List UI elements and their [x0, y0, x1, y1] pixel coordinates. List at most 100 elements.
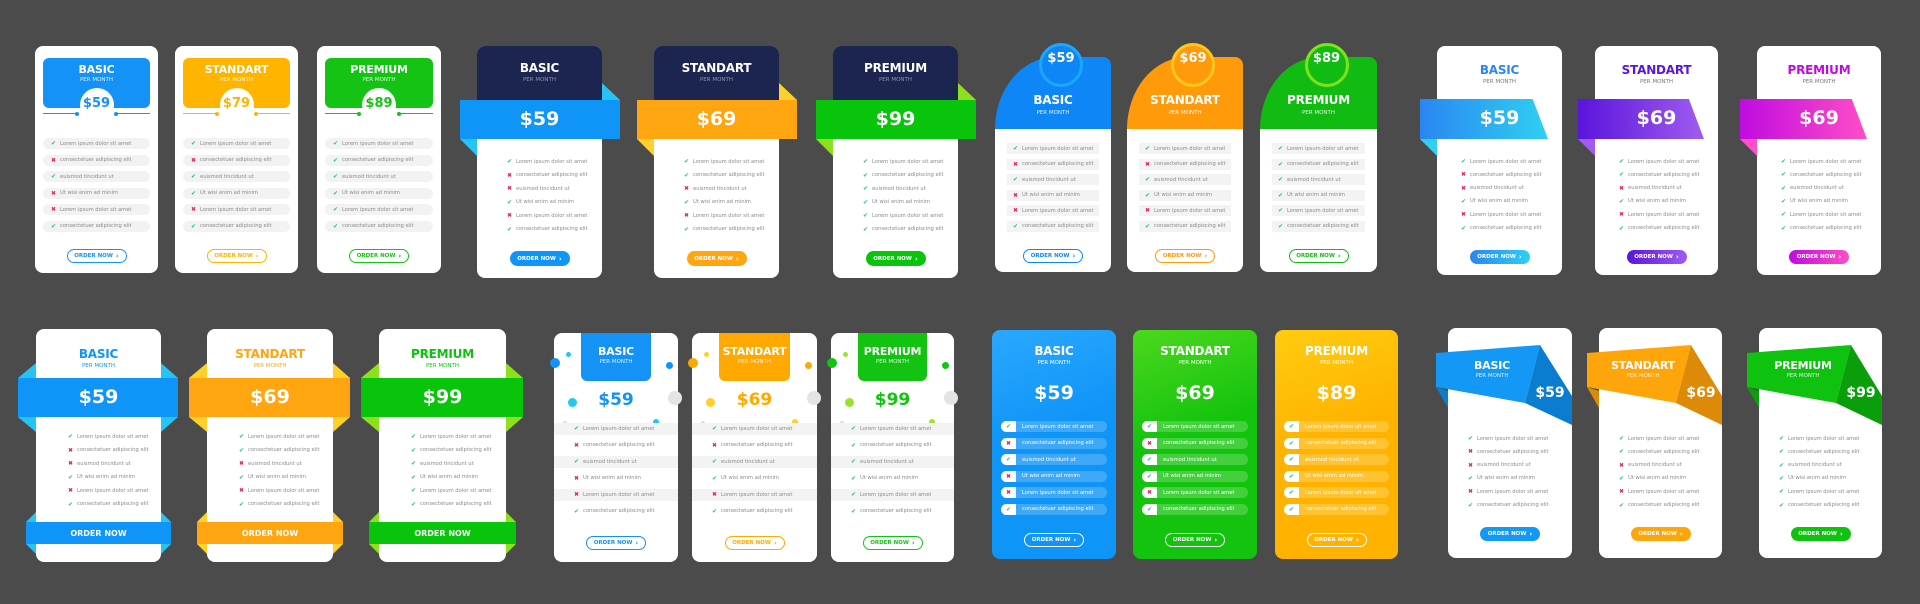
order-now-button[interactable]: ORDER NOW ›: [1480, 527, 1540, 541]
order-now-button[interactable]: ORDER NOW ›: [66, 249, 127, 263]
feature-text: consectetuer adipiscing elit: [1022, 161, 1094, 167]
price-line: [43, 113, 77, 114]
check-icon: ✔: [1142, 421, 1157, 432]
feature-item: ✖ consectetuer adipiscing elit: [1459, 169, 1542, 180]
pricing-card-standart: STANDART PER MONTH $69 ✔ Lorem ipsum dolo…: [1587, 328, 1722, 558]
order-now-button[interactable]: ORDER NOW ›: [206, 249, 267, 263]
feature-item: ✔ consectetuer adipiscing elit: [1617, 223, 1700, 234]
ribbon-fold: [506, 363, 523, 378]
order-now-button[interactable]: ORDER NOW ›: [865, 251, 926, 266]
plan-price: $59: [1047, 51, 1075, 66]
order-now-button[interactable]: ORDER NOW ›: [1023, 249, 1083, 263]
feature-text: Lorem ipsum dolor sit amet: [860, 425, 932, 432]
plan-name: STANDART: [1150, 93, 1220, 107]
feature-text: consectetuer adipiscing elit: [1022, 440, 1094, 446]
order-now-button[interactable]: ORDER NOW ›: [1165, 533, 1225, 547]
feature-text: Lorem ipsum dolor sit amet: [200, 140, 272, 147]
cross-icon: ✖: [1467, 448, 1474, 456]
plan-name: PREMIUM: [1787, 63, 1851, 77]
feature-text: euismod tincidunt ut: [248, 460, 302, 467]
cross-icon: ✖: [506, 185, 513, 192]
per-month-label: PER MONTH: [737, 359, 772, 365]
plan-price: $99: [422, 386, 463, 408]
chevron-right-icon: ›: [1337, 252, 1341, 260]
ribbon-fold: [161, 417, 178, 432]
check-icon: ✔: [862, 198, 869, 206]
ribbon-fold: [460, 139, 477, 156]
feature-item: ✔ Ut wisi enim ad minim: [1139, 189, 1231, 201]
plan-price: $59: [78, 386, 119, 408]
order-now-button[interactable]: ORDER NOW ›: [1630, 527, 1691, 541]
order-now-button[interactable]: ORDER NOW ›: [1790, 527, 1851, 541]
ribbon-fold: [361, 417, 379, 432]
order-now-button[interactable]: ORDER NOW ›: [349, 249, 409, 263]
per-month-label: PER MONTH: [79, 77, 114, 83]
order-now-button[interactable]: ORDER NOW ›: [509, 251, 570, 266]
order-now-button[interactable]: ORDER NOW ›: [1306, 533, 1367, 547]
ribbon-fold: [197, 544, 207, 554]
plan-name: STANDART: [1160, 344, 1230, 358]
order-now-button[interactable]: ORDER NOW ›: [1469, 250, 1530, 264]
feature-text: consectetuer adipiscing elit: [1287, 223, 1359, 229]
order-now-label: ORDER NOW: [1798, 531, 1837, 537]
order-now-label: ORDER NOW: [214, 253, 253, 259]
cross-icon: ✖: [711, 491, 718, 498]
feature-item: ✖ consectetuer adipiscing elit: [572, 440, 655, 451]
banner-fold: [1587, 387, 1599, 408]
feature-item: ✔ Ut wisi enim ad minim: [1284, 470, 1389, 482]
cross-icon: ✖: [1460, 211, 1467, 219]
order-now-button[interactable]: ORDER NOW ›: [1626, 250, 1687, 264]
feature-text: euismod tincidunt ut: [1788, 462, 1842, 469]
feature-text: consectetuer adipiscing elit: [1477, 448, 1549, 455]
check-icon: ✔: [1284, 437, 1299, 449]
feature-text: Ut wisi enim ad minim: [342, 190, 400, 196]
feature-item: ✔ Lorem ipsum dolor sit amet: [1617, 156, 1699, 167]
cross-icon: ✖: [50, 189, 57, 197]
plan-name: BASIC: [519, 61, 560, 75]
feature-text: euismod tincidunt ut: [1470, 185, 1524, 192]
order-now-button[interactable]: ORDER NOW ›: [862, 536, 923, 550]
banner-fold: [1747, 387, 1759, 408]
pricing-card-basic: BASIC PER MONTH $59 ✔ Lorem ipsum dolor si…: [460, 46, 620, 278]
feature-item: ✔ Lorem ipsum dolor sit amet: [1777, 433, 1859, 444]
feature-text: Lorem ipsum dolor sit amet: [860, 491, 932, 498]
order-now-label: ORDER NOW: [1634, 254, 1673, 260]
check-icon: ✔: [862, 158, 869, 165]
per-month-label: PER MONTH: [425, 363, 460, 369]
order-now-button[interactable]: ORDER NOW ›: [1288, 249, 1349, 263]
per-month-label: PER MONTH: [1178, 360, 1212, 366]
feature-item: ✔ Ut wisi enim ad minim: [1272, 189, 1365, 201]
order-now-button[interactable]: ORDER NOW: [197, 522, 343, 544]
feature-text: Ut wisi enim ad minim: [60, 190, 118, 196]
order-now-button[interactable]: ORDER NOW ›: [724, 536, 785, 550]
order-now-button[interactable]: ORDER NOW: [26, 522, 171, 544]
feature-item: ✔ consectetuer adipiscing elit: [1617, 500, 1700, 511]
feature-text: Lorem ipsum dolor sit amet: [1628, 158, 1700, 165]
per-month-label: PER MONTH: [362, 77, 396, 83]
plan-name: PREMIUM: [1287, 93, 1350, 107]
order-now-button[interactable]: ORDER NOW ›: [1789, 250, 1849, 264]
order-now-button[interactable]: ORDER NOW ›: [1155, 249, 1215, 263]
feature-text: euismod tincidunt ut: [1287, 176, 1341, 183]
feature-item: ✔ consectetuer adipiscing elit: [1284, 503, 1389, 515]
chevron-right-icon: ›: [558, 254, 562, 263]
order-now-label: ORDER NOW: [517, 255, 556, 262]
ribbon-fold: [18, 417, 36, 432]
order-now-label: ORDER NOW: [414, 528, 471, 538]
check-icon: ✔: [410, 460, 417, 467]
plan-price: $69: [250, 386, 290, 408]
check-icon: ✔: [410, 473, 417, 481]
feature-item: ✔ consectetuer adipiscing elit: [1617, 169, 1700, 180]
feature-item: ✔ euismod tincidunt ut: [409, 458, 474, 469]
feature-item: ✖ consectetuer adipiscing elit: [710, 440, 793, 451]
order-now-button[interactable]: ORDER NOW: [369, 522, 516, 544]
order-now-button[interactable]: ORDER NOW ›: [1024, 533, 1084, 547]
chevron-right-icon: ›: [1214, 536, 1218, 544]
check-icon: ✔: [1284, 503, 1299, 515]
pricing-card-basic: BASIC PER MONTH $59 ✔ Lorem ipsum dolor si…: [35, 46, 158, 273]
order-now-button[interactable]: ORDER NOW ›: [686, 251, 747, 266]
chevron-right-icon: ›: [1518, 253, 1522, 261]
order-now-button[interactable]: ORDER NOW ›: [586, 536, 646, 550]
cross-icon: ✖: [506, 212, 513, 219]
ribbon-fold: [26, 544, 36, 554]
